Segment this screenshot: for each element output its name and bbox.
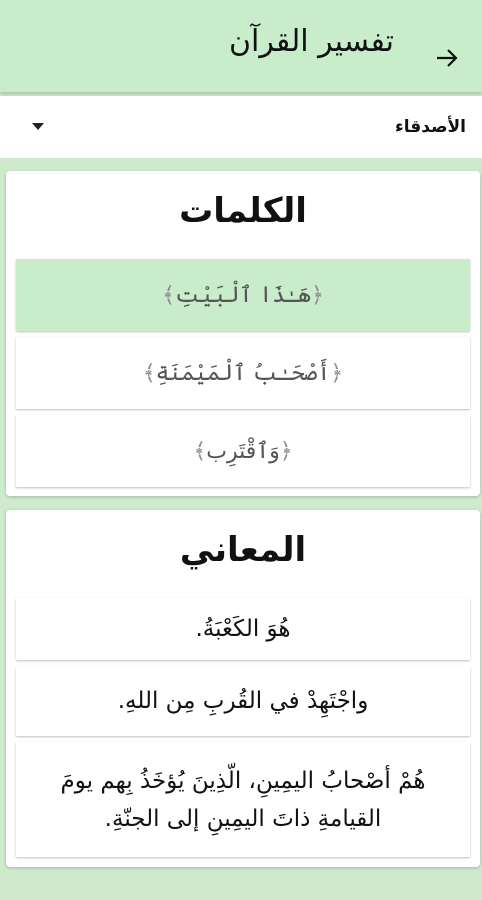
words-card: الكلمات ﴿هَـٰذَا ٱلْبَيْتِ﴾ ﴿أَصْحَـٰبُ … xyxy=(6,171,480,496)
dropdown-selected-value: الأصدقاء xyxy=(395,117,466,137)
meaning-item: واجْتَهِدْ في القُربِ مِن اللهِ. xyxy=(16,666,470,736)
meaning-text: واجْتَهِدْ في القُربِ مِن اللهِ. xyxy=(117,688,369,714)
meaning-item: هُمْ أصْحابُ اليمِينِ، الّذِينَ يُؤخَذُ … xyxy=(16,742,470,857)
app-bar: تفسير القرآن xyxy=(0,0,482,92)
page-title: تفسير القرآن xyxy=(229,24,394,59)
meaning-text: هُوَ الكَعْبَةُ. xyxy=(195,616,291,642)
word-text: هَـٰذَا ٱلْبَيْتِ xyxy=(175,282,311,308)
meanings-card-title: المعاني xyxy=(179,530,307,570)
words-card-title: الكلمات xyxy=(179,191,307,231)
caret-down-icon[interactable] xyxy=(32,123,44,130)
meanings-card: المعاني هُوَ الكَعْبَةُ. واجْتَهِدْ في ا… xyxy=(6,510,480,867)
ornate-bracket-close: ﴾ xyxy=(142,360,156,386)
word-text: أَصْحَـٰبُ ٱلْمَيْمَنَةِ xyxy=(155,360,331,386)
word-item[interactable]: ﴿أَصْحَـٰبُ ٱلْمَيْمَنَةِ﴾ xyxy=(16,337,470,409)
ornate-bracket-open: ﴿ xyxy=(279,438,293,464)
category-dropdown[interactable]: الأصدقاء xyxy=(0,96,482,158)
word-item[interactable]: ﴿هَـٰذَا ٱلْبَيْتِ﴾ xyxy=(16,259,470,331)
word-item[interactable]: ﴿وَٱقْتَرِب﴾ xyxy=(16,415,470,487)
ornate-bracket-open: ﴿ xyxy=(310,282,324,308)
ornate-bracket-close: ﴾ xyxy=(162,282,176,308)
ornate-bracket-close: ﴾ xyxy=(193,438,207,464)
ornate-bracket-open: ﴿ xyxy=(330,360,344,386)
arrow-right-icon[interactable] xyxy=(434,46,460,70)
word-text: وَٱقْتَرِب xyxy=(206,438,280,464)
meaning-text: هُمْ أصْحابُ اليمِينِ، الّذِينَ يُؤخَذُ … xyxy=(60,767,426,832)
meaning-item: هُوَ الكَعْبَةُ. xyxy=(16,598,470,660)
